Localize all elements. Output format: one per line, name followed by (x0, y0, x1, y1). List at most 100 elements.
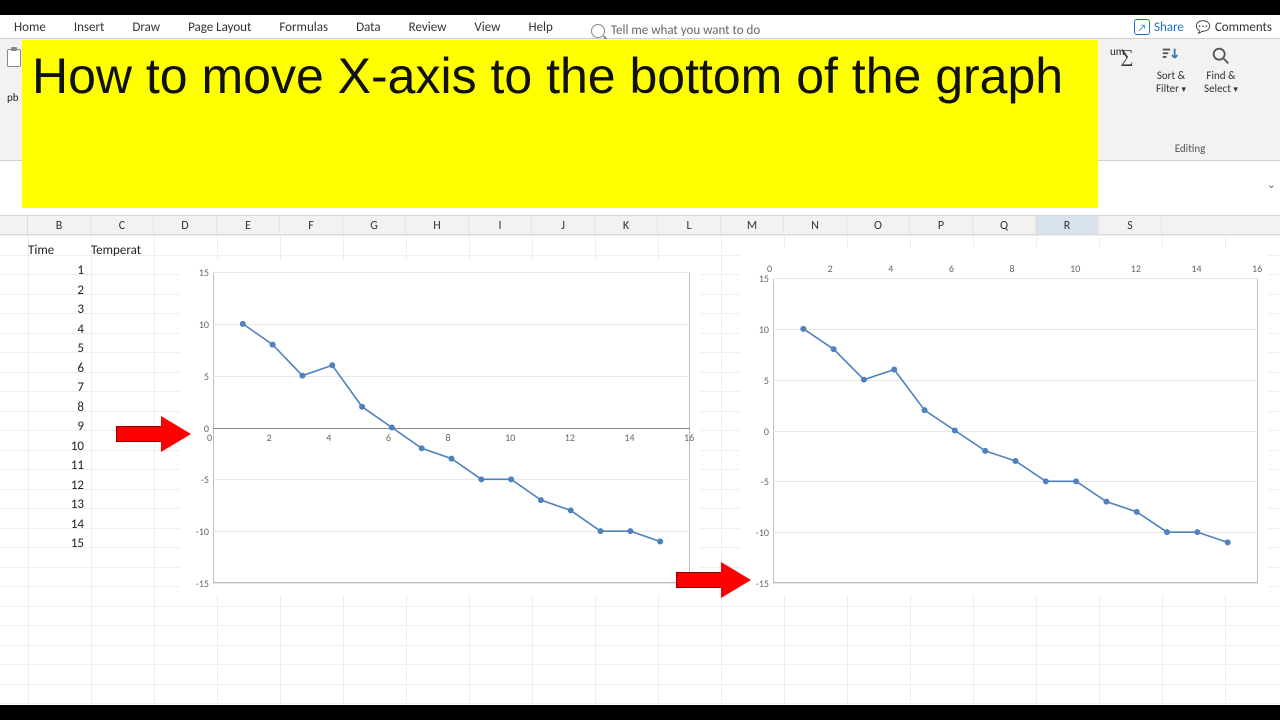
autosum-text-partial: um (1110, 45, 1125, 58)
column-header-p[interactable]: P (910, 216, 973, 234)
xtick: 2 (828, 262, 833, 275)
cell-time-8[interactable]: 8 (28, 400, 84, 415)
cell-time-5[interactable]: 5 (28, 341, 84, 356)
column-header-h[interactable]: H (406, 216, 469, 234)
column-header-m[interactable]: M (721, 216, 784, 234)
column-header-j[interactable]: J (532, 216, 595, 234)
column-header-s[interactable]: S (1099, 216, 1162, 234)
chart-xaxis-at-bottom[interactable]: -15-10-50510150246810121416 (740, 248, 1268, 595)
paste-icon[interactable] (7, 49, 21, 67)
ytick: -15 (196, 577, 209, 590)
xtick: 12 (565, 431, 575, 444)
cell-time-10[interactable]: 10 (28, 439, 84, 454)
column-headers[interactable]: BCDEFGHIJKLMNOPQRS (0, 215, 1280, 235)
cell-time-13[interactable]: 13 (28, 497, 84, 512)
xtick: 6 (386, 431, 391, 444)
ribbon-right: Share Comments (1134, 15, 1272, 39)
tab-formulas[interactable]: Formulas (279, 20, 328, 38)
column-header-i[interactable]: I (469, 216, 532, 234)
tab-home[interactable]: Home (14, 20, 46, 38)
ytick: -10 (196, 525, 209, 538)
xtick: 12 (1131, 262, 1141, 275)
editing-group-label: Editing (1110, 142, 1270, 155)
comments-button[interactable]: Comments (1196, 20, 1272, 35)
xtick: 4 (326, 431, 331, 444)
xtick: 16 (684, 431, 694, 444)
column-header-l[interactable]: L (658, 216, 721, 234)
column-header-o[interactable]: O (847, 216, 910, 234)
cell-time-12[interactable]: 12 (28, 478, 84, 493)
xtick: 2 (267, 431, 272, 444)
xtick: 14 (1191, 262, 1201, 275)
column-header-e[interactable]: E (217, 216, 280, 234)
xtick: 0 (767, 262, 772, 275)
xtick: 16 (1252, 262, 1262, 275)
find-select-icon (1210, 45, 1232, 67)
sort-filter-icon (1160, 45, 1182, 67)
ytick: 0 (764, 425, 769, 438)
tab-draw[interactable]: Draw (132, 20, 160, 38)
tab-data[interactable]: Data (356, 20, 381, 38)
column-header-g[interactable]: G (343, 216, 406, 234)
xtick: 0 (207, 431, 212, 444)
cell-time-4[interactable]: 4 (28, 322, 84, 337)
ytick: -5 (761, 475, 769, 488)
cell-time-3[interactable]: 3 (28, 302, 84, 317)
ribbon-tabs: Home Insert Draw Page Layout Formulas Da… (0, 15, 1280, 39)
tab-help[interactable]: Help (528, 20, 552, 38)
ytick: 5 (204, 370, 209, 383)
tab-pagelayout[interactable]: Page Layout (188, 20, 251, 38)
column-header-f[interactable]: F (280, 216, 343, 234)
column-header-q[interactable]: Q (973, 216, 1036, 234)
xtick: 8 (446, 431, 451, 444)
xtick: 14 (624, 431, 634, 444)
column-header-b[interactable]: B (28, 216, 91, 234)
find-select-button[interactable]: Find & Select ▾ (1204, 45, 1238, 95)
video-title-overlay: How to move X-axis to the bottom of the … (22, 40, 1098, 208)
cell-header-temp[interactable]: Temperat (91, 243, 141, 258)
xtick: 8 (1010, 262, 1015, 275)
red-arrow-left (116, 416, 194, 452)
tell-me-placeholder: Tell me what you want to do (611, 23, 760, 38)
xtick: 10 (1070, 262, 1080, 275)
column-header-r[interactable]: R (1036, 216, 1099, 234)
cell-time-11[interactable]: 11 (28, 458, 84, 473)
column-header-d[interactable]: D (154, 216, 217, 234)
ytick: -5 (201, 473, 209, 486)
ytick: -10 (756, 526, 769, 539)
sort-filter-l2: Filter ▾ (1156, 82, 1186, 95)
cell-time-9[interactable]: 9 (28, 419, 84, 434)
tab-insert[interactable]: Insert (74, 20, 105, 38)
xtick: 4 (888, 262, 893, 275)
share-button[interactable]: Share (1134, 19, 1184, 35)
ytick: 5 (764, 374, 769, 387)
find-select-l2: Select ▾ (1204, 82, 1238, 95)
column-header-k[interactable]: K (595, 216, 658, 234)
column-header-n[interactable]: N (784, 216, 847, 234)
ytick: 10 (199, 318, 209, 331)
chart-xaxis-at-zero[interactable]: -15-10-50510150246810121416 (180, 260, 700, 595)
column-header-c[interactable]: C (91, 216, 154, 234)
tab-view[interactable]: View (474, 20, 500, 38)
search-icon (591, 24, 605, 38)
formula-bar-expand-icon[interactable]: ⌄ (1267, 178, 1276, 191)
cell-time-14[interactable]: 14 (28, 517, 84, 532)
sort-filter-button[interactable]: Sort & Filter ▾ (1156, 45, 1186, 95)
cell-time-15[interactable]: 15 (28, 536, 84, 551)
cell-time-1[interactable]: 1 (28, 263, 84, 278)
ytick: -15 (756, 577, 769, 590)
sort-filter-l1: Sort & (1157, 69, 1185, 82)
cell-time-2[interactable]: 2 (28, 283, 84, 298)
ytick: 15 (199, 266, 209, 279)
letterbox-top (0, 0, 1280, 15)
find-select-l1: Find & (1206, 69, 1235, 82)
cell-time-6[interactable]: 6 (28, 361, 84, 376)
tell-me-search[interactable]: Tell me what you want to do (591, 23, 760, 38)
red-arrow-right (676, 562, 754, 598)
tab-review[interactable]: Review (409, 20, 447, 38)
editing-group: ∑ Sort & Filter ▾ Find & Select ▾ um Edi… (1110, 45, 1270, 155)
xtick: 6 (949, 262, 954, 275)
ytick: 10 (759, 323, 769, 336)
cell-time-7[interactable]: 7 (28, 380, 84, 395)
cell-header-time[interactable]: Time (28, 243, 88, 258)
